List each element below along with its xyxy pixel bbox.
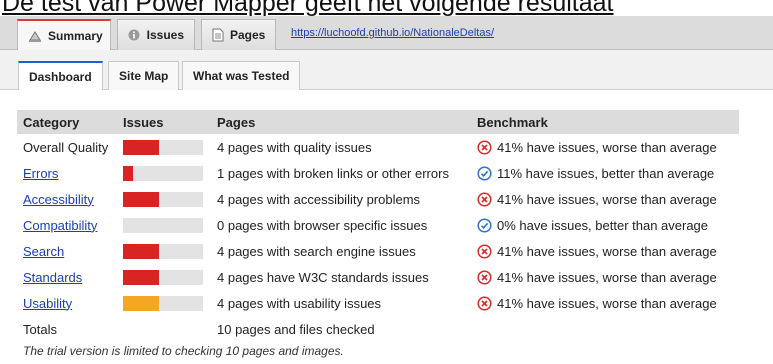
issue-bar-fill: [123, 269, 159, 285]
issue-bar-fill: [123, 243, 159, 259]
header-benchmark: Benchmark: [477, 114, 548, 130]
pages-cell: 4 pages have W3C standards issues: [217, 269, 429, 285]
category-link-standards[interactable]: Standards: [23, 270, 82, 285]
error-circle-icon: [477, 295, 492, 311]
issues-cell: [123, 139, 217, 155]
site-url-link[interactable]: https://luchoofd.github.io/NationaleDelt…: [291, 27, 494, 39]
issues-cell: [123, 295, 217, 311]
issue-bar: [123, 165, 203, 181]
totals-row: Totals 10 pages and files checked: [17, 316, 739, 342]
issues-cell: [123, 243, 217, 259]
tab-pages-label: Pages: [230, 28, 266, 42]
benchmark-text: 41% have issues, worse than average: [497, 139, 717, 155]
table-body: Overall Quality 4 pages with quality issu…: [17, 134, 739, 316]
issue-bar: [123, 269, 203, 285]
benchmark-text: 41% have issues, worse than average: [497, 269, 717, 285]
pages-cell: 4 pages with search engine issues: [217, 243, 416, 259]
issue-bar: [123, 217, 203, 233]
issues-cell: [123, 269, 217, 285]
benchmark-cell: 41% have issues, worse than average: [477, 270, 739, 285]
table-row: Compatibility 0 pages with browser specif…: [17, 212, 739, 238]
table-row: Standards 4 pages have W3C standards issu…: [17, 264, 739, 290]
table-row: Search 4 pages with search engine issues 4…: [17, 238, 739, 264]
dashboard-table: Category Issues Pages Benchmark Overall …: [17, 110, 739, 342]
error-circle-icon: [477, 191, 492, 207]
table-header: Category Issues Pages Benchmark: [17, 110, 739, 134]
benchmark-cell: 41% have issues, worse than average: [477, 296, 739, 311]
issue-bar: [123, 191, 203, 207]
header-issues: Issues: [123, 114, 164, 130]
table-row: Overall Quality 4 pages with quality issu…: [17, 134, 739, 160]
main-tab-bar: Summary Issues Pages https://luchoofd.gi…: [0, 16, 773, 50]
benchmark-cell: 11% have issues, better than average: [477, 166, 739, 181]
page-icon: [212, 28, 224, 42]
issue-bar-fill: [123, 295, 159, 311]
sub-tab-bar: Dashboard Site Map What was Tested: [0, 50, 773, 90]
category-cell: Search: [17, 244, 123, 259]
issue-bar-fill: [123, 139, 159, 155]
category-cell: Overall Quality: [17, 140, 123, 155]
benchmark-cell: 41% have issues, worse than average: [477, 244, 739, 259]
tab-site-map[interactable]: Site Map: [108, 61, 180, 90]
tab-summary-label: Summary: [48, 28, 103, 43]
benchmark-cell: 41% have issues, worse than average: [477, 140, 739, 155]
category-link-usability[interactable]: Usability: [23, 296, 72, 311]
benchmark-text: 0% have issues, better than average: [497, 217, 709, 233]
info-icon: [128, 28, 141, 42]
table-row: Errors 1 pages with broken links or other…: [17, 160, 739, 186]
benchmark-cell: 41% have issues, worse than average: [477, 192, 739, 207]
tab-summary[interactable]: Summary: [17, 19, 111, 50]
tab-pages[interactable]: Pages: [201, 19, 276, 50]
category-link-search[interactable]: Search: [23, 244, 64, 259]
pages-cell: 4 pages with usability issues: [217, 295, 382, 311]
tab-issues[interactable]: Issues: [117, 19, 195, 50]
issue-bar: [123, 295, 203, 311]
pages-cell: 0 pages with browser specific issues: [217, 217, 428, 233]
totals-pages: 10 pages and files checked: [217, 321, 375, 337]
totals-label: Totals: [23, 321, 57, 337]
summary-icon: [28, 29, 42, 43]
header-pages: Pages: [217, 114, 256, 130]
error-circle-icon: [477, 269, 492, 285]
issue-bar-fill: [123, 191, 159, 207]
issue-bar: [123, 139, 203, 155]
pages-cell: 1 pages with broken links or other error…: [217, 165, 449, 181]
tab-issues-label: Issues: [146, 28, 184, 42]
issues-cell: [123, 165, 217, 181]
benchmark-text: 41% have issues, worse than average: [497, 295, 717, 311]
pages-cell: 4 pages with quality issues: [217, 139, 372, 155]
benchmark-text: 11% have issues, better than average: [497, 165, 715, 181]
tab-dashboard[interactable]: Dashboard: [18, 61, 103, 90]
table-row: Usability 4 pages with usability issues 41…: [17, 290, 739, 316]
category-cell: Compatibility: [17, 218, 123, 233]
benchmark-text: 41% have issues, worse than average: [497, 191, 717, 207]
check-circle-icon: [477, 165, 492, 181]
issue-bar-fill: [123, 165, 133, 181]
trial-footnote: The trial version is limited to checking…: [23, 344, 344, 358]
issues-cell: [123, 191, 217, 207]
category-cell: Usability: [17, 296, 123, 311]
category-cell: Accessibility: [17, 192, 123, 207]
pages-cell: 4 pages with accessibility problems: [217, 191, 421, 207]
header-category: Category: [23, 114, 80, 130]
table-row: Accessibility 4 pages with accessibility …: [17, 186, 739, 212]
error-circle-icon: [477, 243, 492, 259]
check-circle-icon: [477, 217, 492, 233]
benchmark-cell: 0% have issues, better than average: [477, 218, 739, 233]
benchmark-text: 41% have issues, worse than average: [497, 243, 717, 259]
category-link-compatibility[interactable]: Compatibility: [23, 218, 97, 233]
error-circle-icon: [477, 139, 492, 155]
category-cell: Errors: [17, 166, 123, 181]
category-link-errors[interactable]: Errors: [23, 166, 58, 181]
category-cell: Standards: [17, 270, 123, 285]
category-label-overall-quality: Overall Quality: [23, 139, 109, 155]
tab-what-was-tested[interactable]: What was Tested: [182, 61, 301, 90]
issue-bar: [123, 243, 203, 259]
issues-cell: [123, 217, 217, 233]
category-link-accessibility[interactable]: Accessibility: [23, 192, 94, 207]
